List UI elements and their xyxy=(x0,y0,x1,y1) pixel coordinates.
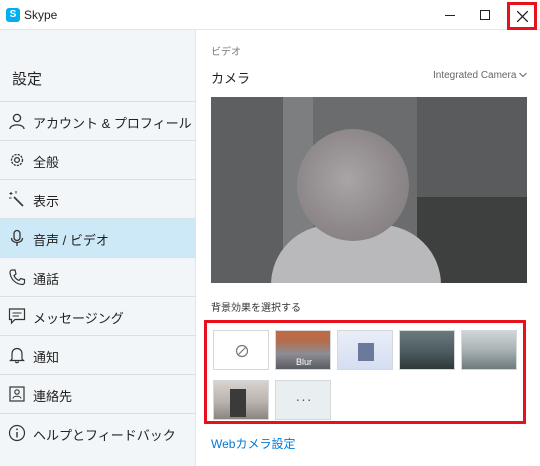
phone-icon xyxy=(9,269,26,286)
section-label: ビデオ xyxy=(211,47,241,58)
sidebar-item-contacts[interactable]: 連絡先 xyxy=(0,374,196,413)
settings-sidebar: 設定 アカウント & プロフィール 全般 表示 音声 / ビデオ 通話 メッセー… xyxy=(0,30,196,466)
maximize-button[interactable] xyxy=(469,0,501,30)
sidebar-item-appearance[interactable]: 表示 xyxy=(0,179,196,218)
sidebar-item-label: 全般 xyxy=(33,155,60,170)
maximize-icon xyxy=(480,10,490,20)
sidebar-item-help[interactable]: ヘルプとフィードバック xyxy=(0,413,196,452)
camera-selected-value: Integrated Camera xyxy=(433,70,517,81)
magic-wand-icon xyxy=(9,191,24,207)
effect-office-2[interactable] xyxy=(461,330,517,370)
bell-icon xyxy=(9,347,25,364)
background-effects-grid: Blur ··· xyxy=(204,320,526,424)
info-icon xyxy=(8,424,26,442)
sidebar-item-messaging[interactable]: メッセージング xyxy=(0,296,196,335)
audio-video-settings-panel: ビデオ カメラ Integrated Camera 背景効果を選択する Blur xyxy=(197,30,540,466)
chevron-down-icon xyxy=(519,70,528,81)
background-effects-label: 背景効果を選択する xyxy=(211,303,301,314)
sidebar-item-label: 連絡先 xyxy=(33,389,73,404)
microphone-icon xyxy=(10,229,24,246)
minimize-button[interactable] xyxy=(434,0,466,30)
effect-blur-label: Blur xyxy=(295,357,312,367)
chat-icon xyxy=(8,308,26,325)
effect-room[interactable] xyxy=(213,380,269,420)
webcam-settings-link[interactable]: Webカメラ設定 xyxy=(211,435,295,452)
minimize-icon xyxy=(445,15,455,16)
sidebar-item-notifications[interactable]: 通知 xyxy=(0,335,196,374)
title-bar: S Skype xyxy=(0,0,540,30)
sidebar-item-label: メッセージング xyxy=(33,311,124,326)
sidebar-item-label: 表示 xyxy=(33,194,60,209)
more-icon: ··· xyxy=(295,391,313,407)
skype-logo-icon: S xyxy=(6,8,20,22)
sidebar-item-account[interactable]: アカウント & プロフィール xyxy=(0,101,196,140)
window-title: Skype xyxy=(24,8,58,22)
sidebar-item-label: 通話 xyxy=(33,272,60,287)
sidebar-item-label: ヘルプとフィードバック xyxy=(33,428,176,443)
contact-card-icon xyxy=(9,386,25,402)
sidebar-item-calls[interactable]: 通話 xyxy=(0,257,196,296)
effect-winter[interactable] xyxy=(337,330,393,370)
more-effects-button[interactable]: ··· xyxy=(275,380,331,420)
sidebar-item-label: 通知 xyxy=(33,350,60,365)
close-button[interactable] xyxy=(507,2,537,30)
close-icon xyxy=(517,11,528,22)
effect-office-1[interactable] xyxy=(399,330,455,370)
person-icon xyxy=(9,113,25,130)
gear-icon xyxy=(10,153,24,167)
sidebar-item-audio-video[interactable]: 音声 / ビデオ xyxy=(0,218,196,257)
effect-none[interactable] xyxy=(213,330,269,370)
camera-preview xyxy=(211,97,527,283)
no-effect-icon xyxy=(235,344,249,358)
sidebar-item-label: アカウント & プロフィール xyxy=(33,116,192,131)
sidebar-title: 設定 xyxy=(12,71,43,88)
camera-heading: カメラ xyxy=(211,71,251,86)
sidebar-item-general[interactable]: 全般 xyxy=(0,140,196,179)
camera-dropdown[interactable]: Integrated Camera xyxy=(433,70,528,81)
blurred-face xyxy=(297,129,409,241)
sidebar-item-label: 音声 / ビデオ xyxy=(33,233,109,248)
effect-blur[interactable]: Blur xyxy=(275,330,331,370)
